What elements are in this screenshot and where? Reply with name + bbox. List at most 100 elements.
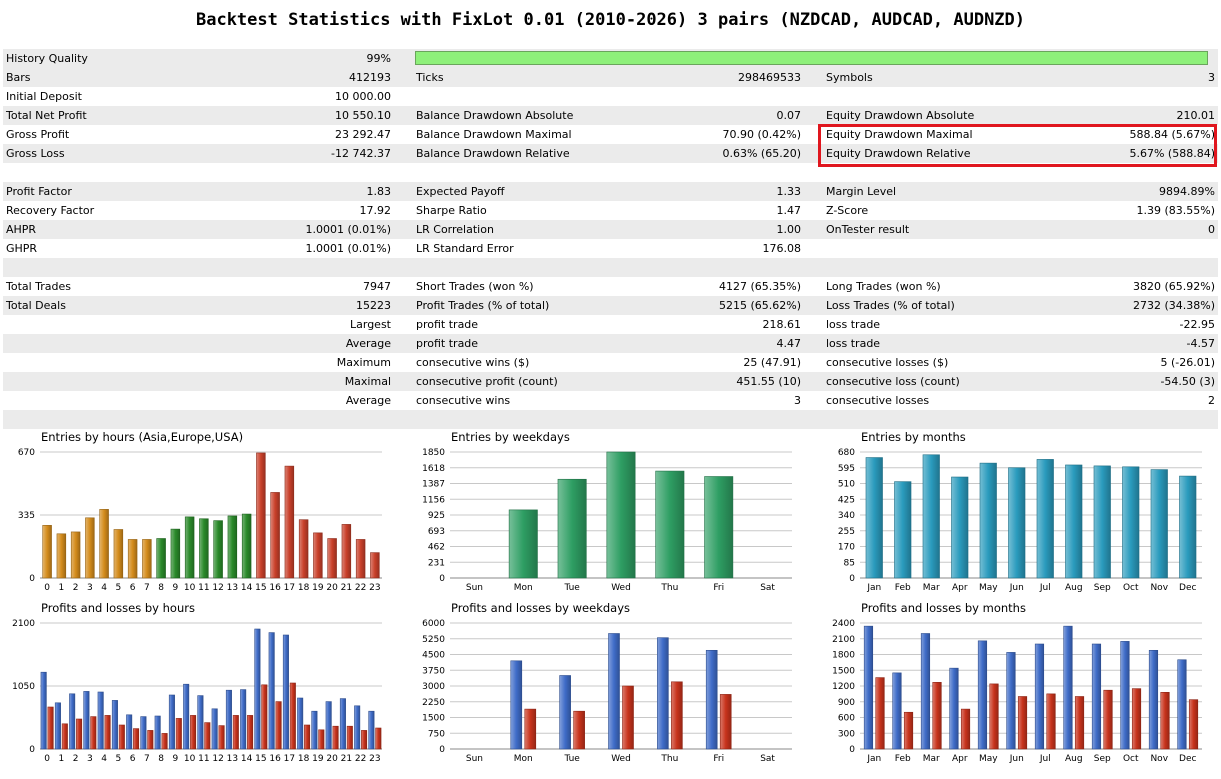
loss-bar [190, 715, 197, 750]
stat-label: consecutive loss (count) [826, 375, 960, 388]
x-tick-label: 0 [44, 583, 50, 593]
bar [213, 520, 223, 579]
y-tick-label: 1050 [12, 682, 35, 692]
loss-bar [346, 725, 353, 750]
stat-label: GHPR [6, 242, 38, 255]
y-tick-label: 1800 [832, 651, 855, 661]
y-tick-label: 1500 [832, 666, 855, 676]
loss-bar [61, 723, 68, 750]
x-tick-label: Dec [1179, 583, 1196, 593]
stats-row: consecutive profit (count) 451.55 (10) con… [3, 372, 1218, 391]
x-tick-label: Fri [713, 583, 724, 593]
bar [894, 481, 912, 579]
loss-bar [875, 677, 885, 750]
x-tick-label: 16 [269, 754, 281, 764]
stat-value: 15223 [356, 299, 391, 312]
x-tick-label: Thu [660, 583, 678, 593]
x-tick-label: 22 [355, 583, 366, 593]
chart-1: Entries by weekdays 0 231 462 693 925 1156 1387… [410, 430, 810, 604]
bar [127, 539, 138, 579]
profit-bar [1006, 652, 1016, 750]
loss-bar [719, 694, 732, 750]
y-tick-label: 255 [838, 527, 855, 537]
y-tick-label: 462 [428, 543, 445, 553]
x-tick-label: 21 [341, 754, 352, 764]
stat-label: Initial Deposit [6, 90, 82, 103]
loss-bar [261, 684, 268, 750]
stat-value: 5 (-26.01) [1160, 356, 1215, 369]
loss-bar [204, 722, 211, 750]
x-tick-label: Nov [1150, 754, 1168, 764]
bar [1065, 464, 1083, 579]
x-tick-label: 10 [184, 583, 196, 593]
y-tick-label: 600 [838, 714, 855, 724]
stat-group-label: Average [345, 337, 391, 350]
stats-row: AHPR 1.0001 (0.01%) LR Correlation 1.00 OnTe… [3, 220, 1218, 239]
stat-value: 0.63% (65.20) [722, 147, 801, 160]
bar [1036, 459, 1054, 579]
bar [284, 465, 295, 579]
profit-bar [368, 710, 375, 750]
x-tick-label: Mon [514, 754, 533, 764]
bar [1150, 469, 1168, 579]
bar [70, 531, 81, 579]
profit-bar [254, 628, 261, 750]
bar [56, 533, 67, 579]
x-tick-label: Jun [1009, 583, 1024, 593]
x-tick-label: Sat [760, 754, 775, 764]
stat-label: LR Correlation [416, 223, 494, 236]
loss-bar [289, 682, 296, 750]
stats-row: profit trade 4.47 loss trade -4.57 Average [3, 334, 1218, 353]
bar [99, 509, 109, 579]
bar [951, 476, 969, 579]
loss-bar [332, 725, 339, 750]
y-tick-label: 2400 [832, 619, 855, 629]
x-tick-label: May [979, 583, 998, 593]
x-tick-label: Tue [563, 754, 580, 764]
x-tick-label: Sun [466, 583, 483, 593]
stat-label: consecutive wins [416, 394, 511, 407]
chart-svg: 0105021000 1 2 3 4 5 6 7 8 9 10 11 12 13 14 15 16 17 18 19 2… [12, 619, 382, 764]
x-tick-label: 17 [284, 583, 295, 593]
x-tick-label: Feb [895, 583, 911, 593]
loss-bar [1074, 696, 1085, 750]
stats-row: consecutive wins ($) 25 (47.91) consecutiv… [3, 353, 1218, 372]
bar [256, 452, 266, 579]
x-tick-label: 7 [144, 754, 150, 764]
x-tick-label: Sep [1094, 754, 1111, 764]
x-tick-label: Jan [866, 583, 881, 593]
loss-bar [104, 715, 111, 750]
chart-0: Entries by hours (Asia,Europe,USA) 0 335 67… [0, 430, 400, 604]
y-tick-label: 5250 [422, 635, 445, 645]
profit-bar [126, 714, 133, 750]
stat-label: Sharpe Ratio [416, 204, 487, 217]
chart-3: Profits and losses by hours 0 1050 2100 0 1 2 3… [0, 601, 400, 775]
loss-bar [1160, 692, 1170, 750]
chart-2: Entries by months 0 85 170 255 340 425 510 595 68… [820, 430, 1220, 604]
profit-bar [69, 693, 76, 750]
stat-value: 3 [794, 394, 801, 407]
x-tick-label: Sep [1094, 583, 1111, 593]
chart-svg: 0 85 170 255 340 425 510 595 680 Jan Feb Mar Apr May J… [838, 448, 1202, 593]
profit-bar [705, 649, 718, 750]
profit-bar [892, 672, 902, 750]
x-tick-label: 16 [269, 583, 281, 593]
y-tick-label: 335 [18, 511, 35, 521]
stat-label: OnTester result [826, 223, 910, 236]
stat-value: 451.55 (10) [736, 375, 801, 388]
x-tick-label: Dec [1179, 754, 1196, 764]
y-tick-label: 6000 [422, 619, 445, 629]
profit-bar [339, 698, 346, 750]
loss-bar [671, 681, 683, 750]
stat-label: consecutive profit (count) [416, 375, 558, 388]
stat-label: Total Net Profit [6, 109, 87, 122]
stats-row: profit trade 218.61 loss trade -22.95 Larges… [3, 315, 1218, 334]
stats-row: Bars 412193 Ticks 298469533 Symbols 3 [3, 68, 1218, 87]
x-tick-label: 18 [298, 754, 310, 764]
x-tick-label: Mon [514, 583, 533, 593]
y-tick-label: 510 [838, 480, 855, 490]
bar [170, 528, 181, 579]
profit-bar [297, 697, 304, 750]
x-tick-label: Nov [1150, 583, 1168, 593]
x-tick-label: 8 [158, 754, 164, 764]
